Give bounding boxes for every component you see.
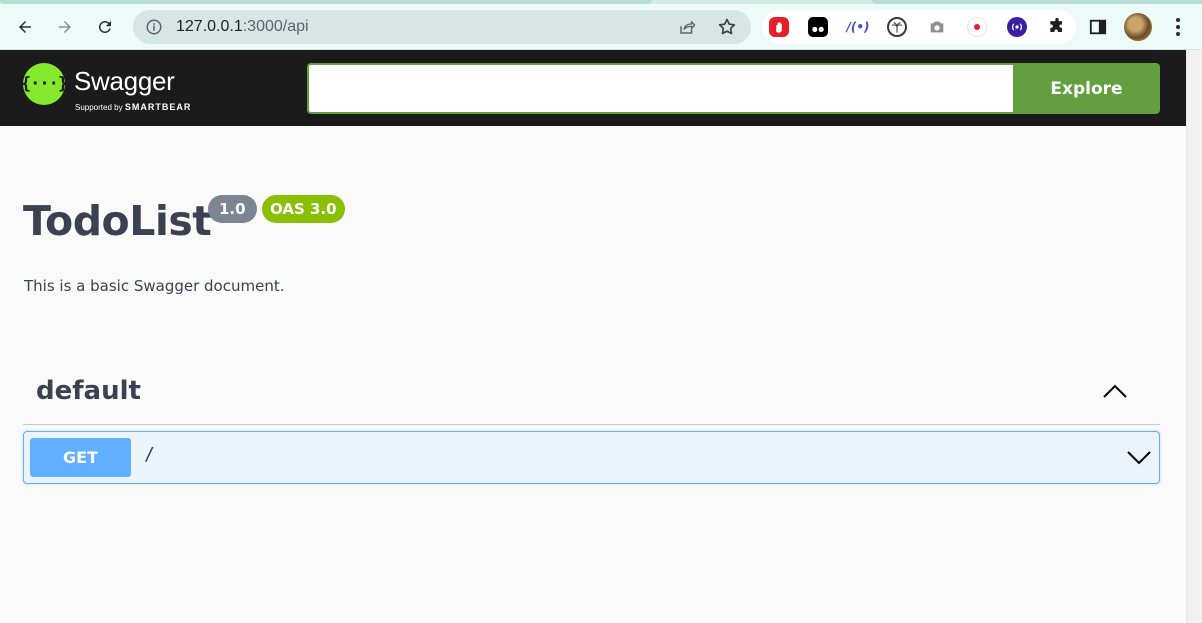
swagger-logo-subtitle: Supported by SMARTBEAR [75, 102, 192, 112]
tampermonkey-icon[interactable] [808, 17, 828, 37]
adblock-icon[interactable] [769, 17, 789, 37]
wappalyzer-icon[interactable]: /(•) [846, 17, 869, 37]
tag-section-default[interactable]: default [23, 368, 1160, 425]
explore-form: Explore [307, 63, 1160, 114]
record-icon[interactable] [967, 17, 987, 37]
vertical-scrollbar[interactable] [1186, 50, 1202, 623]
camera-icon[interactable] [927, 17, 947, 37]
reload-button[interactable] [90, 12, 120, 42]
version-badge: 1.0 [208, 195, 257, 223]
chevron-down-icon[interactable] [1125, 445, 1153, 469]
http-method-badge[interactable]: GET [30, 438, 131, 477]
swagger-logo-text[interactable]: Swagger [74, 66, 175, 97]
swagger-page: {···} Swagger Supported by SMARTBEAR Exp… [0, 50, 1186, 623]
info-icon[interactable] [145, 18, 163, 36]
explore-button[interactable]: Explore [1013, 63, 1160, 114]
share-icon[interactable] [678, 18, 696, 36]
extensions-bar: /(•) [762, 10, 1076, 44]
radio-icon[interactable] [1007, 17, 1027, 37]
address-bar[interactable]: 127.0.0.1:3000/api [133, 10, 751, 44]
reload-icon [98, 20, 111, 33]
puzzle-icon[interactable] [1047, 17, 1067, 37]
browser-menu-button[interactable] [1170, 16, 1186, 38]
arrow-right-icon [59, 21, 71, 33]
tag-name[interactable]: default [36, 376, 141, 406]
swagger-topbar: {···} Swagger Supported by SMARTBEAR Exp… [0, 50, 1186, 126]
side-panel-icon[interactable] [1088, 17, 1108, 37]
back-button[interactable] [10, 12, 40, 42]
api-title: TodoList [23, 197, 212, 245]
swagger-logo-icon[interactable]: {···} [21, 63, 68, 105]
palm-icon[interactable] [887, 17, 907, 37]
profile-avatar[interactable] [1124, 13, 1152, 41]
chevron-up-icon[interactable] [1101, 380, 1129, 402]
oas-version-badge: OAS 3.0 [262, 195, 345, 223]
arrow-left-icon [19, 21, 31, 33]
bookmark-star-icon[interactable] [717, 17, 737, 37]
spec-url-input[interactable] [307, 63, 1015, 114]
api-description: This is a basic Swagger document. [24, 277, 285, 295]
operation-path[interactable]: / [144, 444, 155, 465]
url-text[interactable]: 127.0.0.1:3000/api [176, 18, 309, 36]
forward-button[interactable] [50, 12, 80, 42]
operation-get-root[interactable]: GET / [23, 431, 1160, 484]
browser-toolbar: 127.0.0.1:3000/api /(•) [0, 4, 1202, 50]
